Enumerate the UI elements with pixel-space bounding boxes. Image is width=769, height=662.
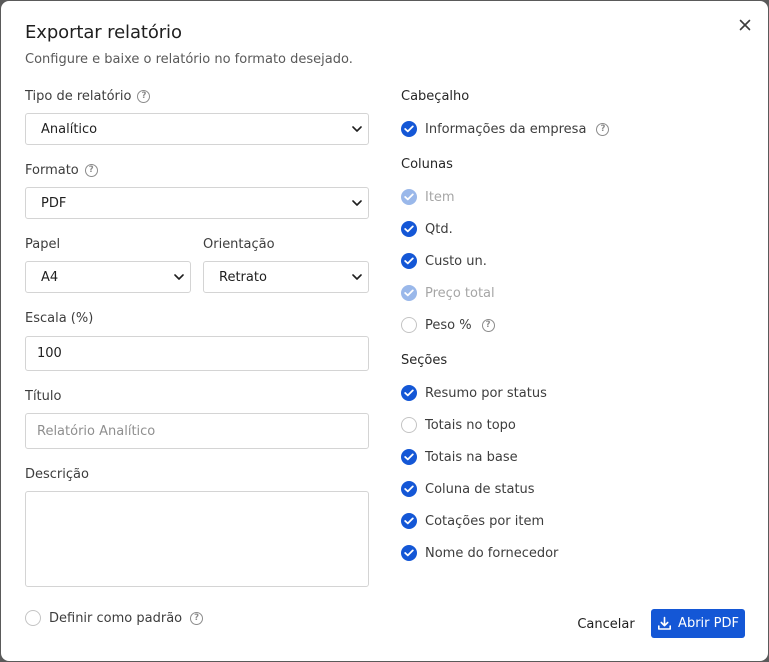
download-icon	[658, 616, 672, 630]
checkbox[interactable]	[401, 417, 417, 433]
paper-label: Papel	[25, 237, 61, 252]
checkbox-label: Item	[425, 189, 455, 205]
chevron-down-icon	[174, 274, 184, 280]
description-label: Descrição	[25, 467, 89, 482]
checkbox[interactable]	[401, 481, 417, 497]
checkbox-label: Coluna de status	[425, 481, 535, 497]
open-pdf-button[interactable]: Abrir PDF	[651, 609, 745, 638]
help-icon[interactable]: ?	[137, 90, 151, 103]
checkbox-label: Cotações por item	[425, 513, 545, 529]
set-default-row[interactable]: Definir como padrão ?	[25, 610, 204, 626]
check-icon	[404, 257, 414, 265]
close-button[interactable]	[735, 15, 755, 35]
check-icon	[404, 549, 414, 557]
checkbox-totals-bottom[interactable]: Totais na base	[401, 449, 518, 465]
chevron-down-icon	[352, 200, 362, 206]
checkbox-item: Item	[401, 189, 455, 205]
checkbox-quotes-per-item[interactable]: Cotações por item	[401, 513, 544, 529]
chevron-down-icon	[352, 126, 362, 132]
checkbox	[401, 189, 417, 205]
check-icon	[404, 225, 414, 233]
checkbox-status-column[interactable]: Coluna de status	[401, 481, 535, 497]
cancel-button[interactable]: Cancelar	[573, 611, 639, 637]
check-icon	[404, 453, 414, 461]
check-icon	[404, 485, 414, 493]
check-icon	[404, 193, 414, 201]
checkbox[interactable]	[401, 545, 417, 561]
checkbox-label: Preço total	[425, 285, 495, 301]
dialog-title: Exportar relatório	[25, 22, 182, 43]
close-icon	[739, 19, 751, 31]
checkbox-status-summary[interactable]: Resumo por status	[401, 385, 547, 401]
checkbox-total-price: Preço total	[401, 285, 495, 301]
paper-value: A4	[41, 269, 59, 285]
checkbox-unit-cost[interactable]: Custo un.	[401, 253, 487, 269]
help-icon[interactable]: ?	[481, 318, 495, 332]
checkbox[interactable]	[401, 513, 417, 529]
set-default-label: Definir como padrão	[49, 610, 183, 626]
format-label: Formato ?	[25, 163, 98, 178]
export-dialog: Exportar relatório Configure e baixe o r…	[1, 1, 768, 661]
checkbox-totals-top[interactable]: Totais no topo	[401, 417, 516, 433]
checkbox[interactable]	[401, 253, 417, 269]
checkbox-label: Qtd.	[425, 221, 453, 237]
dialog-subtitle: Configure e baixe o relatório no formato…	[25, 52, 353, 67]
checkbox-weight[interactable]: Peso % ?	[401, 317, 495, 333]
title-input[interactable]: Relatório Analítico	[25, 413, 369, 449]
check-icon	[404, 125, 414, 133]
checkbox-label: Totais na base	[425, 449, 518, 465]
chevron-down-icon	[352, 274, 362, 280]
checkbox-label: Peso %	[425, 317, 472, 333]
checkbox-label: Informações da empresa	[425, 121, 587, 137]
check-icon	[404, 289, 414, 297]
checkbox-supplier-name[interactable]: Nome do fornecedor	[401, 545, 558, 561]
format-select[interactable]: PDF	[25, 187, 369, 219]
report-type-select[interactable]: Analítico	[25, 113, 369, 145]
description-textarea[interactable]	[25, 491, 369, 587]
orientation-value: Retrato	[219, 269, 267, 285]
orientation-select[interactable]: Retrato	[203, 261, 369, 293]
help-icon[interactable]: ?	[190, 611, 204, 625]
checkbox	[401, 285, 417, 301]
checkbox[interactable]	[401, 121, 417, 137]
help-icon[interactable]: ?	[596, 122, 610, 136]
open-pdf-label: Abrir PDF	[678, 616, 739, 631]
checkbox[interactable]	[401, 385, 417, 401]
scale-label: Escala (%)	[25, 311, 94, 326]
scale-input[interactable]: 100	[25, 336, 369, 371]
checkbox-label: Nome do fornecedor	[425, 545, 559, 561]
checkbox-company-info[interactable]: Informações da empresa ?	[401, 121, 610, 137]
checkbox-label: Totais no topo	[425, 417, 516, 433]
report-type-label: Tipo de relatório ?	[25, 89, 151, 104]
header-section-heading: Cabeçalho	[401, 89, 470, 104]
check-icon	[404, 517, 414, 525]
format-value: PDF	[41, 195, 67, 211]
checkbox[interactable]	[401, 317, 417, 333]
paper-select[interactable]: A4	[25, 261, 191, 293]
columns-section-heading: Colunas	[401, 157, 453, 172]
checkbox-qty[interactable]: Qtd.	[401, 221, 453, 237]
sections-section-heading: Seções	[401, 353, 448, 368]
checkbox-label: Custo un.	[425, 253, 487, 269]
report-type-value: Analítico	[41, 121, 98, 137]
checkbox[interactable]	[401, 221, 417, 237]
orientation-label: Orientação	[203, 237, 275, 252]
checkbox[interactable]	[401, 449, 417, 465]
checkbox-label: Resumo por status	[425, 385, 547, 401]
help-icon[interactable]: ?	[84, 164, 98, 177]
check-icon	[404, 389, 414, 397]
set-default-checkbox[interactable]	[25, 610, 41, 626]
title-label: Título	[25, 389, 62, 404]
